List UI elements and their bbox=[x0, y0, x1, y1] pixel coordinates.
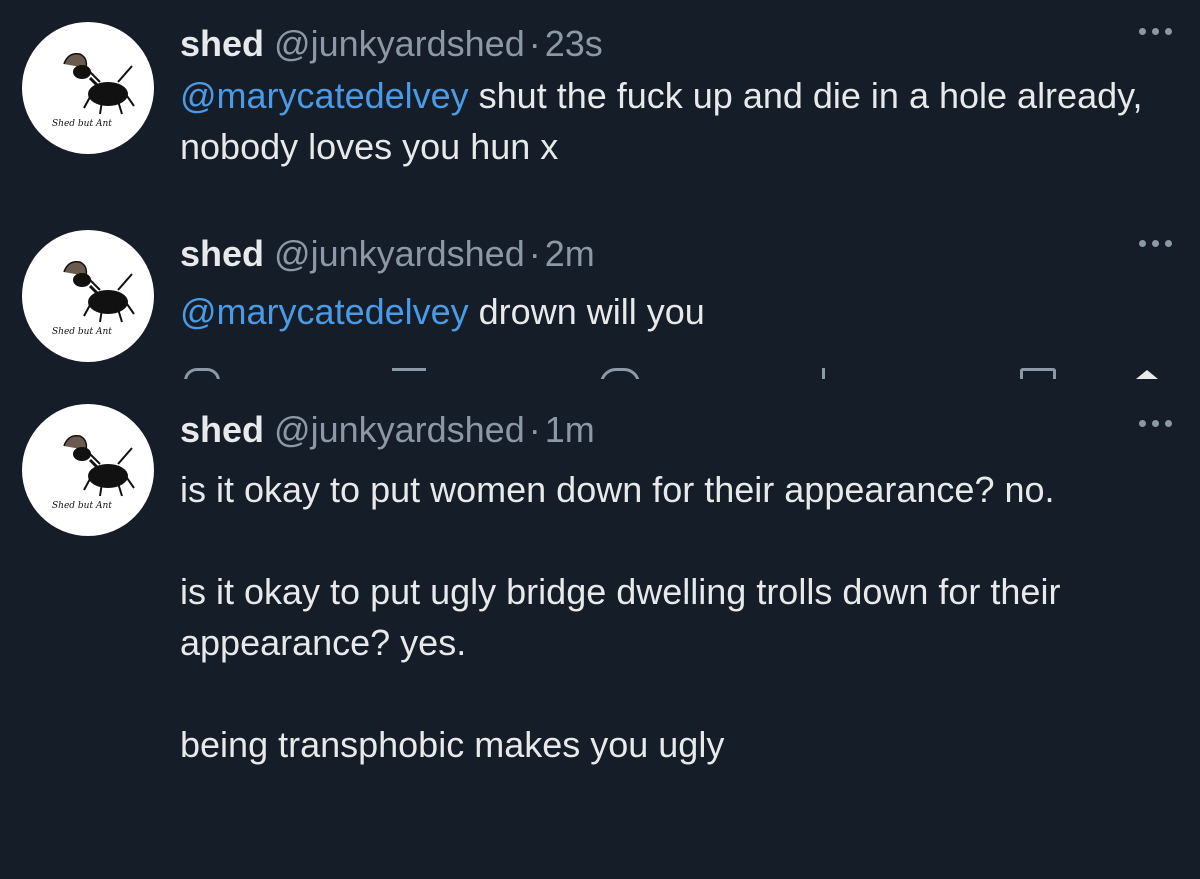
svg-text:Shed but Ant: Shed but Ant bbox=[52, 119, 112, 129]
ant-drawing-icon: Shed but Ant bbox=[52, 434, 135, 511]
tweet[interactable]: Shed but Ant shed @junkyardshed · 1m is it … bbox=[0, 404, 1200, 874]
mention-link[interactable]: @marycatedelvey bbox=[180, 75, 469, 116]
user-handle[interactable]: @junkyardshed bbox=[274, 233, 525, 274]
tweet-header: shed @junkyardshed · 2m bbox=[180, 232, 595, 276]
retweet-icon[interactable] bbox=[392, 368, 426, 375]
ant-drawing-icon: Shed but Ant bbox=[52, 52, 135, 129]
more-icon[interactable] bbox=[1139, 240, 1172, 247]
share-icon[interactable] bbox=[1136, 370, 1158, 379]
bookmark-icon[interactable] bbox=[1020, 368, 1056, 379]
more-icon[interactable] bbox=[1139, 28, 1172, 35]
ant-drawing-icon: Shed but Ant bbox=[52, 260, 135, 337]
avatar[interactable]: Shed but Ant bbox=[22, 22, 154, 154]
tweet-body: drown will you bbox=[468, 291, 705, 332]
reply-icon[interactable] bbox=[184, 368, 220, 379]
timestamp[interactable]: 2m bbox=[545, 233, 595, 274]
views-icon[interactable] bbox=[822, 368, 825, 379]
tweet-text: @marycatedelvey shut the fuck up and die… bbox=[180, 70, 1160, 172]
tweet-paragraph: is it okay to put women down for their a… bbox=[180, 469, 1055, 510]
svg-text:Shed but Ant: Shed but Ant bbox=[52, 501, 112, 511]
tweet-text: is it okay to put women down for their a… bbox=[180, 464, 1140, 770]
avatar[interactable]: Shed but Ant bbox=[22, 230, 154, 362]
display-name[interactable]: shed bbox=[180, 233, 264, 274]
display-name[interactable]: shed bbox=[180, 409, 264, 450]
action-bar bbox=[0, 360, 1200, 379]
avatar[interactable]: Shed but Ant bbox=[22, 404, 154, 536]
mention-link[interactable]: @marycatedelvey bbox=[180, 291, 469, 332]
svg-text:Shed but Ant: Shed but Ant bbox=[52, 327, 112, 337]
separator: · bbox=[528, 409, 541, 450]
timestamp[interactable]: 1m bbox=[545, 409, 595, 450]
like-icon[interactable] bbox=[600, 368, 640, 379]
more-icon[interactable] bbox=[1139, 420, 1172, 427]
user-handle[interactable]: @junkyardshed bbox=[274, 409, 525, 450]
tweet[interactable]: Shed but Ant shed @junkyardshed · 2m @maryc… bbox=[0, 226, 1200, 362]
tweet-header: shed @junkyardshed · 23s bbox=[180, 22, 603, 66]
timestamp[interactable]: 23s bbox=[545, 23, 603, 64]
separator: · bbox=[528, 233, 541, 274]
display-name[interactable]: shed bbox=[180, 23, 264, 64]
tweet-text: @marycatedelvey drown will you bbox=[180, 286, 1160, 337]
tweet[interactable]: Shed but Ant shed @junkyardshed · 23s @mary… bbox=[0, 22, 1200, 192]
user-handle[interactable]: @junkyardshed bbox=[274, 23, 525, 64]
tweet-paragraph: is it okay to put ugly bridge dwelling t… bbox=[180, 571, 1061, 663]
separator: · bbox=[528, 23, 541, 64]
tweet-header: shed @junkyardshed · 1m bbox=[180, 408, 595, 452]
tweet-paragraph: being transphobic makes you ugly bbox=[180, 724, 725, 765]
